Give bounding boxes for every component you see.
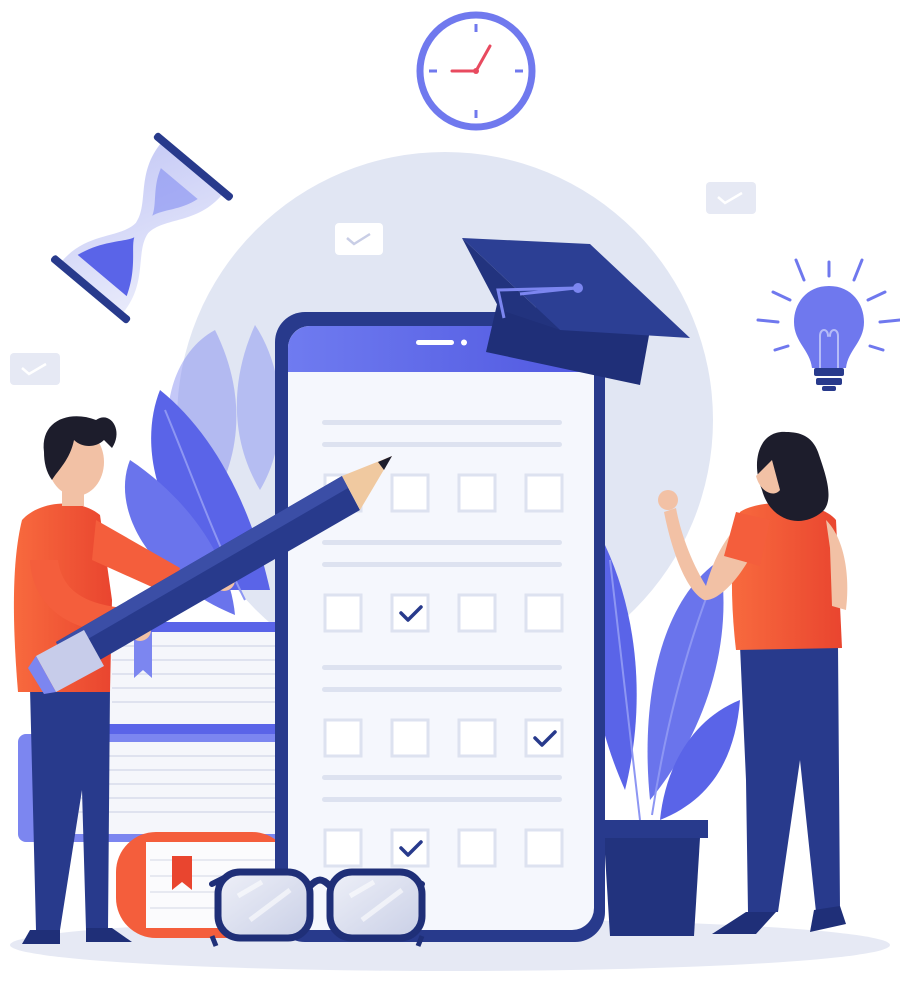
answer-checkbox[interactable] xyxy=(524,828,564,868)
message-bubble-icon xyxy=(706,182,756,214)
answer-checkbox[interactable] xyxy=(390,828,430,868)
phone-camera xyxy=(461,339,467,346)
plant-right xyxy=(589,545,740,936)
answer-checkbox[interactable] xyxy=(390,473,430,513)
question-line xyxy=(322,420,562,425)
answer-checkbox[interactable] xyxy=(524,593,564,633)
answer-checkbox[interactable] xyxy=(457,473,497,513)
message-bubble-icon xyxy=(335,223,383,255)
hourglass-icon xyxy=(50,132,234,324)
answer-checkbox[interactable] xyxy=(457,828,497,868)
answer-checkbox[interactable] xyxy=(390,593,430,633)
question-line xyxy=(322,665,562,670)
answer-checkbox[interactable] xyxy=(323,718,363,758)
answer-checkbox[interactable] xyxy=(524,718,564,758)
message-bubble-icon xyxy=(10,353,60,385)
question-line xyxy=(322,775,562,780)
answer-checkbox[interactable] xyxy=(457,718,497,758)
answer-checkbox[interactable] xyxy=(390,718,430,758)
lightbulb-icon xyxy=(756,258,900,391)
question-line xyxy=(322,687,562,692)
phone-speaker xyxy=(416,340,454,345)
answer-checkbox[interactable] xyxy=(323,593,363,633)
question-line xyxy=(322,562,562,567)
question-line xyxy=(322,442,562,447)
answer-checkbox[interactable] xyxy=(524,473,564,513)
question-line xyxy=(322,540,562,545)
clock-icon xyxy=(416,11,536,131)
online-exam-illustration xyxy=(10,11,900,971)
answer-checkbox[interactable] xyxy=(323,828,363,868)
plant-pot xyxy=(596,820,708,838)
question-line xyxy=(322,797,562,802)
answer-checkbox[interactable] xyxy=(457,593,497,633)
